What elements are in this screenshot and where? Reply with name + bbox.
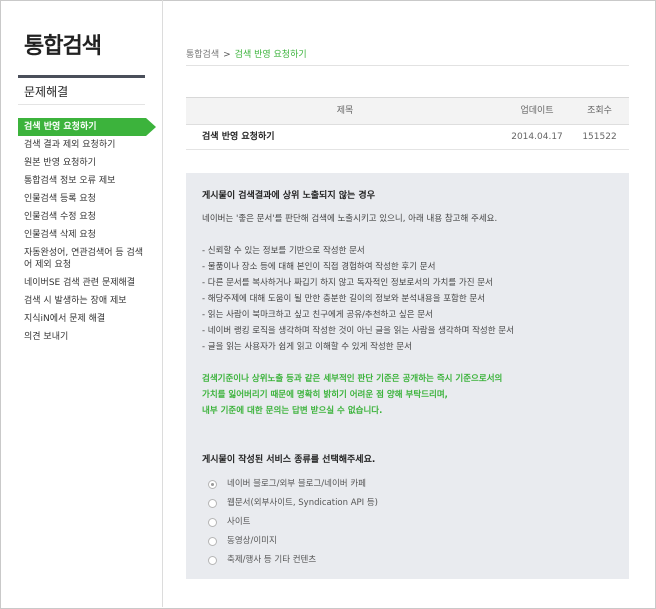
row-updated: 2014.04.17 [511,132,563,142]
option-label[interactable]: 축제/행사 등 기타 컨텐츠 [227,554,316,567]
option-label[interactable]: 네이버 블로그/외부 블로그/네이버 카페 [227,478,366,491]
notice-text: 검색기준이나 상위노출 등과 같은 세부적인 판단 기준은 공개하는 즉시 기준… [202,371,502,419]
article-table: 제목 업데이트 조회수 검색 반영 요청하기 2014.04.17 151522 [186,97,629,150]
list-item: - 읽는 사람이 북마크하고 싶고 친구에게 공유/추천하고 싶은 문서 [202,310,433,320]
radio-button[interactable] [208,537,217,546]
menu-item-person-delete[interactable]: 인물검색 삭제 요청 [18,226,144,244]
content-intro: 네이버는 '좋은 문서'를 판단해 검색에 노출시키고 있으니, 아래 내용 참… [202,214,498,224]
row-views: 151522 [582,132,617,142]
divider [186,65,629,66]
option-webdoc[interactable]: 웹문서(외부사이트, Syndication API 등) [208,494,378,513]
notice-line: 내부 기준에 대한 문의는 답변 받으실 수 없습니다. [202,406,383,416]
menu-item-feedback[interactable]: 의견 보내기 [18,328,144,346]
option-video-image[interactable]: 동영상/이미지 [208,532,378,551]
list-item: - 신뢰할 수 있는 정보를 기반으로 작성한 문서 [202,246,365,256]
radio-button-checked[interactable] [208,480,217,489]
option-label[interactable]: 웹문서(외부사이트, Syndication API 등) [227,497,378,510]
breadcrumb-separator: > [223,50,231,60]
notice-line: 검색기준이나 상위노출 등과 같은 세부적인 판단 기준은 공개하는 즉시 기준… [202,374,503,384]
breadcrumb: 통합검색 > 검색 반영 요청하기 [186,47,307,60]
radio-button[interactable] [208,499,217,508]
logo[interactable]: 통합검색 [24,28,102,60]
menu-item-naver-se[interactable]: 네이버SE 검색 관련 문제해결 [18,274,144,292]
content-panel: 게시물이 검색결과에 상위 노출되지 않는 경우 네이버는 '좋은 문서'를 판… [186,173,629,579]
menu-item-exclude-result[interactable]: 검색 결과 제외 요청하기 [18,136,144,154]
header-title: 제목 [336,106,354,116]
option-site[interactable]: 사이트 [208,513,378,532]
list-item: - 다른 문서를 복사하거나 짜깁기 하지 않고 독자적인 정보로서의 가치를 … [202,278,493,288]
notice-line: 가치를 잃어버리기 때문에 명확히 밝히기 어려운 점 양해 부탁드리며, [202,390,448,400]
criteria-list: - 신뢰할 수 있는 정보를 기반으로 작성한 문서 - 물품이나 장소 등에 … [202,243,514,355]
menu-item-info-error[interactable]: 통합검색 정보 오류 제보 [18,172,144,190]
table-row: 검색 반영 요청하기 2014.04.17 151522 [186,125,629,150]
header-updated: 업데이트 [520,106,554,116]
menu-item-failure-report[interactable]: 검색 시 발생하는 장애 제보 [18,292,144,310]
radio-button[interactable] [208,556,217,565]
radio-button[interactable] [208,518,217,527]
list-item: - 물품이나 장소 등에 대해 본인이 직접 경험하여 작성한 후기 문서 [202,262,436,272]
sidebar: 통합검색 문제해결 검색 반영 요청하기 검색 결과 제외 요청하기 원본 반영… [0,0,163,607]
option-label[interactable]: 사이트 [227,516,250,529]
table-header: 제목 업데이트 조회수 [186,97,629,125]
breadcrumb-root[interactable]: 통합검색 [186,50,219,60]
menu-item-search-reflect[interactable]: 검색 반영 요청하기 [18,118,156,136]
list-item: - 네이버 랭킹 로직을 생각하며 작성한 것이 아닌 글을 읽는 사람을 생각… [202,326,514,336]
option-blog-cafe[interactable]: 네이버 블로그/외부 블로그/네이버 카페 [208,475,378,494]
service-options: 네이버 블로그/외부 블로그/네이버 카페 웹문서(외부사이트, Syndica… [208,475,378,570]
menu-item-keyword-exclude[interactable]: 자동완성어, 연관검색어 등 검색어 제외 요청 [18,244,144,274]
option-label[interactable]: 동영상/이미지 [227,535,277,548]
menu-item-person-edit[interactable]: 인물검색 수정 요청 [18,208,144,226]
section-title: 문제해결 [18,75,145,105]
menu-item-original-reflect[interactable]: 원본 반영 요청하기 [18,154,144,172]
breadcrumb-current: 검색 반영 요청하기 [234,50,307,60]
list-item: - 글을 읽는 사용자가 쉽게 읽고 이해할 수 있게 작성한 문서 [202,342,412,352]
option-event[interactable]: 축제/행사 등 기타 컨텐츠 [208,551,378,570]
service-question: 게시물이 작성된 서비스 종류를 선택해주세요. [202,455,376,465]
list-item: - 해당주제에 대해 도움이 될 만한 충분한 길이의 정보와 분석내용을 포함… [202,294,486,304]
row-title: 검색 반영 요청하기 [202,132,275,142]
content-heading: 게시물이 검색결과에 상위 노출되지 않는 경우 [202,191,375,201]
sidebar-menu: 검색 반영 요청하기 검색 결과 제외 요청하기 원본 반영 요청하기 통합검색… [18,118,168,346]
header-views: 조회수 [587,106,612,116]
menu-item-kin[interactable]: 지식iN에서 문제 해결 [18,310,144,328]
menu-item-person-register[interactable]: 인물검색 등록 요청 [18,190,144,208]
